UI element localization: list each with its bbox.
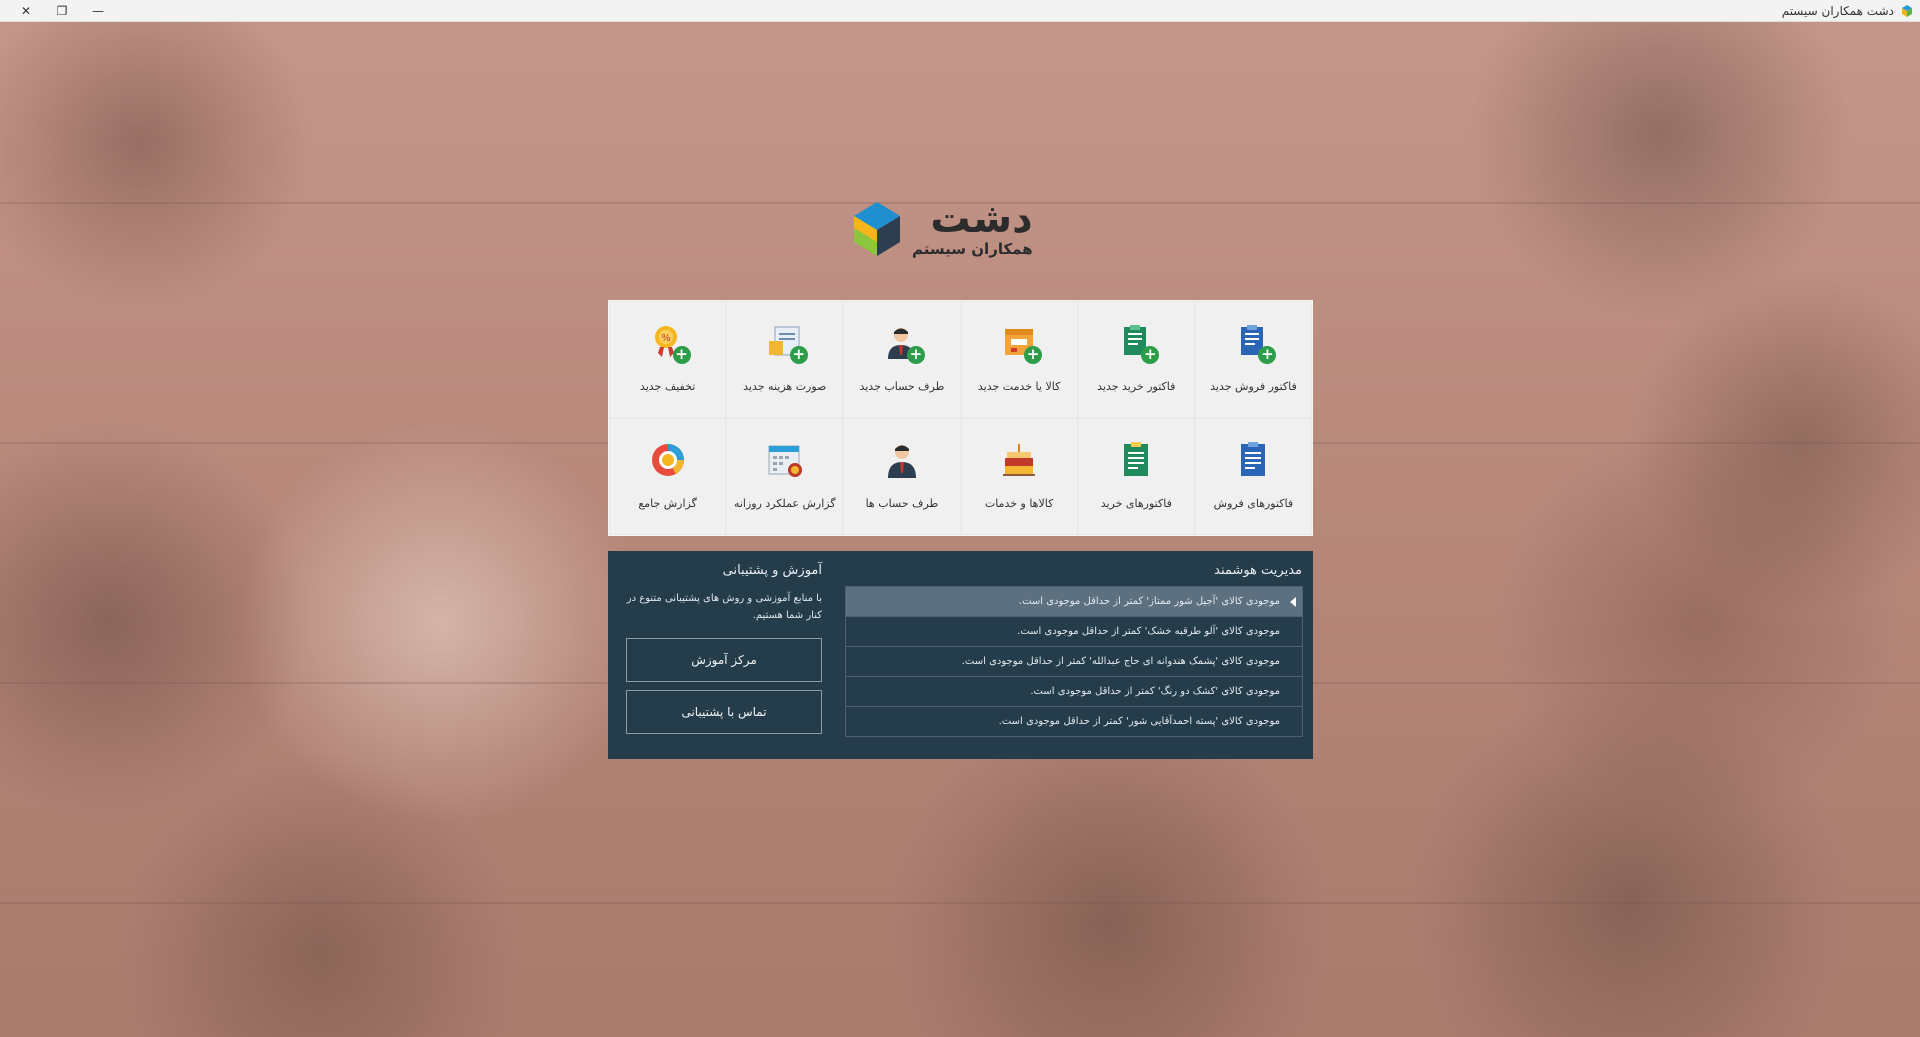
alert-item[interactable]: موجودی کالای 'کشک دو رنگ' کمتر از حداقل … [845,677,1303,707]
alert-text: موجودی کالای 'پشمک هندوانه ای حاج عبدالل… [961,656,1280,667]
selected-row-arrow-icon [1290,597,1296,607]
alert-text: موجودی کالای 'آلو طرقبه خشک' کمتر از حدا… [1017,626,1280,637]
logo-main-text: دشت [930,196,1033,242]
svg-text:%: % [661,333,671,344]
tile-general-report[interactable]: گزارش جامع [610,419,726,534]
daily-report-icon [762,437,808,483]
persons-icon [879,437,925,483]
alert-text: موجودی کالای 'پسته احمدآقایی شور' کمتر ا… [998,716,1280,727]
tile-label: فاکتورهای خرید [1100,497,1172,510]
tile-label: فاکتورهای فروش [1213,497,1294,510]
tile-new-purchase-invoice[interactable]: + فاکتور خرید جدید [1078,302,1194,417]
tile-label: تخفیف جدید [639,380,696,393]
window-controls: ✕ ❐ — [8,2,116,20]
close-button[interactable]: ✕ [8,2,44,20]
smart-management-title: مدیریت هوشمند [1214,563,1302,578]
logo-text: دشت همکاران سیستم [912,198,1033,258]
purchase-invoices-icon [1113,437,1159,483]
tile-purchase-invoices[interactable]: فاکتورهای خرید [1078,419,1194,534]
tile-new-discount[interactable]: % + تخفیف جدید [610,302,726,417]
tile-new-person[interactable]: + طرف حساب جدید [844,302,960,417]
alerts-list: موجودی کالای 'آجیل شور ممتاز' کمتر از حد… [845,586,1303,737]
person-add-icon: + [879,320,925,366]
contact-support-button[interactable]: تماس با پشتیبانی [626,690,822,734]
alert-item[interactable]: موجودی کالای 'پسته احمدآقایی شور' کمتر ا… [845,707,1303,737]
tile-label: کالا یا خدمت جدید [977,380,1061,393]
support-description: با منابع آموزشی و روش های پشتیبانی متنوع… [626,593,822,621]
tile-label: صورت هزینه جدید [743,380,827,393]
tile-label: فاکتور خرید جدید [1097,380,1176,393]
product-add-icon: + [996,320,1043,366]
general-report-icon [645,437,691,483]
tile-label: طرف حساب ها [865,497,939,510]
sales-invoice-add-icon: + [1230,320,1277,366]
app-title-area: دشت همکاران سیستم [1782,3,1914,19]
alert-text: موجودی کالای 'آجیل شور ممتاز' کمتر از حد… [1018,596,1280,607]
support-title: آموزش و پشتیبانی [722,563,822,578]
minimize-button[interactable]: — [80,2,116,20]
products-icon [996,437,1042,483]
expense-add-icon: + [762,320,808,366]
tile-daily-report[interactable]: گزارش عملکرد روزانه [727,419,843,534]
tile-label: فاکتور فروش جدید [1210,380,1297,393]
window-title: دشت همکاران سیستم [1781,4,1894,18]
smart-management-section: مدیریت هوشمند موجودی کالای 'آجیل شور ممت… [845,563,1303,737]
tile-label: طرف حساب جدید [859,380,945,393]
purchase-invoice-add-icon: + [1113,320,1160,366]
tile-new-sales-invoice[interactable]: + فاکتور فروش جدید [1195,302,1311,417]
sales-invoices-icon [1230,437,1276,483]
logo-cube-icon [854,202,900,256]
alert-item[interactable]: موجودی کالای 'پشمک هندوانه ای حاج عبدالل… [845,647,1303,677]
discount-add-icon: % + [645,320,691,366]
alert-item[interactable]: موجودی کالای 'آجیل شور ممتاز' کمتر از حد… [845,587,1303,617]
alert-item[interactable]: موجودی کالای 'آلو طرقبه خشک' کمتر از حدا… [845,617,1303,647]
restore-button[interactable]: ❐ [44,2,80,20]
tile-sales-invoices[interactable]: فاکتورهای فروش [1195,419,1311,534]
training-center-button[interactable]: مرکز آموزش [626,638,822,682]
tile-persons[interactable]: طرف حساب ها [844,419,960,534]
support-section: آموزش و پشتیبانی با منابع آموزشی و روش ه… [626,563,822,742]
tile-label: گزارش عملکرد روزانه [733,497,836,510]
tile-label: کالاها و خدمات [984,497,1054,510]
tile-new-expense[interactable]: + صورت هزینه جدید [727,302,843,417]
logo-sub-text: همکاران سیستم [912,240,1033,258]
alert-text: موجودی کالای 'کشک دو رنگ' کمتر از حداقل … [1030,686,1280,697]
tile-label: گزارش جامع [638,497,697,510]
quick-access-tiles: + فاکتور فروش جدید + فاکتور خرید جدید + … [608,300,1313,536]
tile-products[interactable]: کالاها و خدمات [961,419,1077,534]
info-panel: مدیریت هوشمند موجودی کالای 'آجیل شور ممت… [608,551,1313,759]
title-bar: دشت همکاران سیستم ✕ ❐ — [0,0,1920,22]
tile-new-product[interactable]: + کالا یا خدمت جدید [961,302,1077,417]
app-logo-icon [1902,5,1912,17]
dasht-logo: دشت همکاران سیستم [850,192,1070,264]
